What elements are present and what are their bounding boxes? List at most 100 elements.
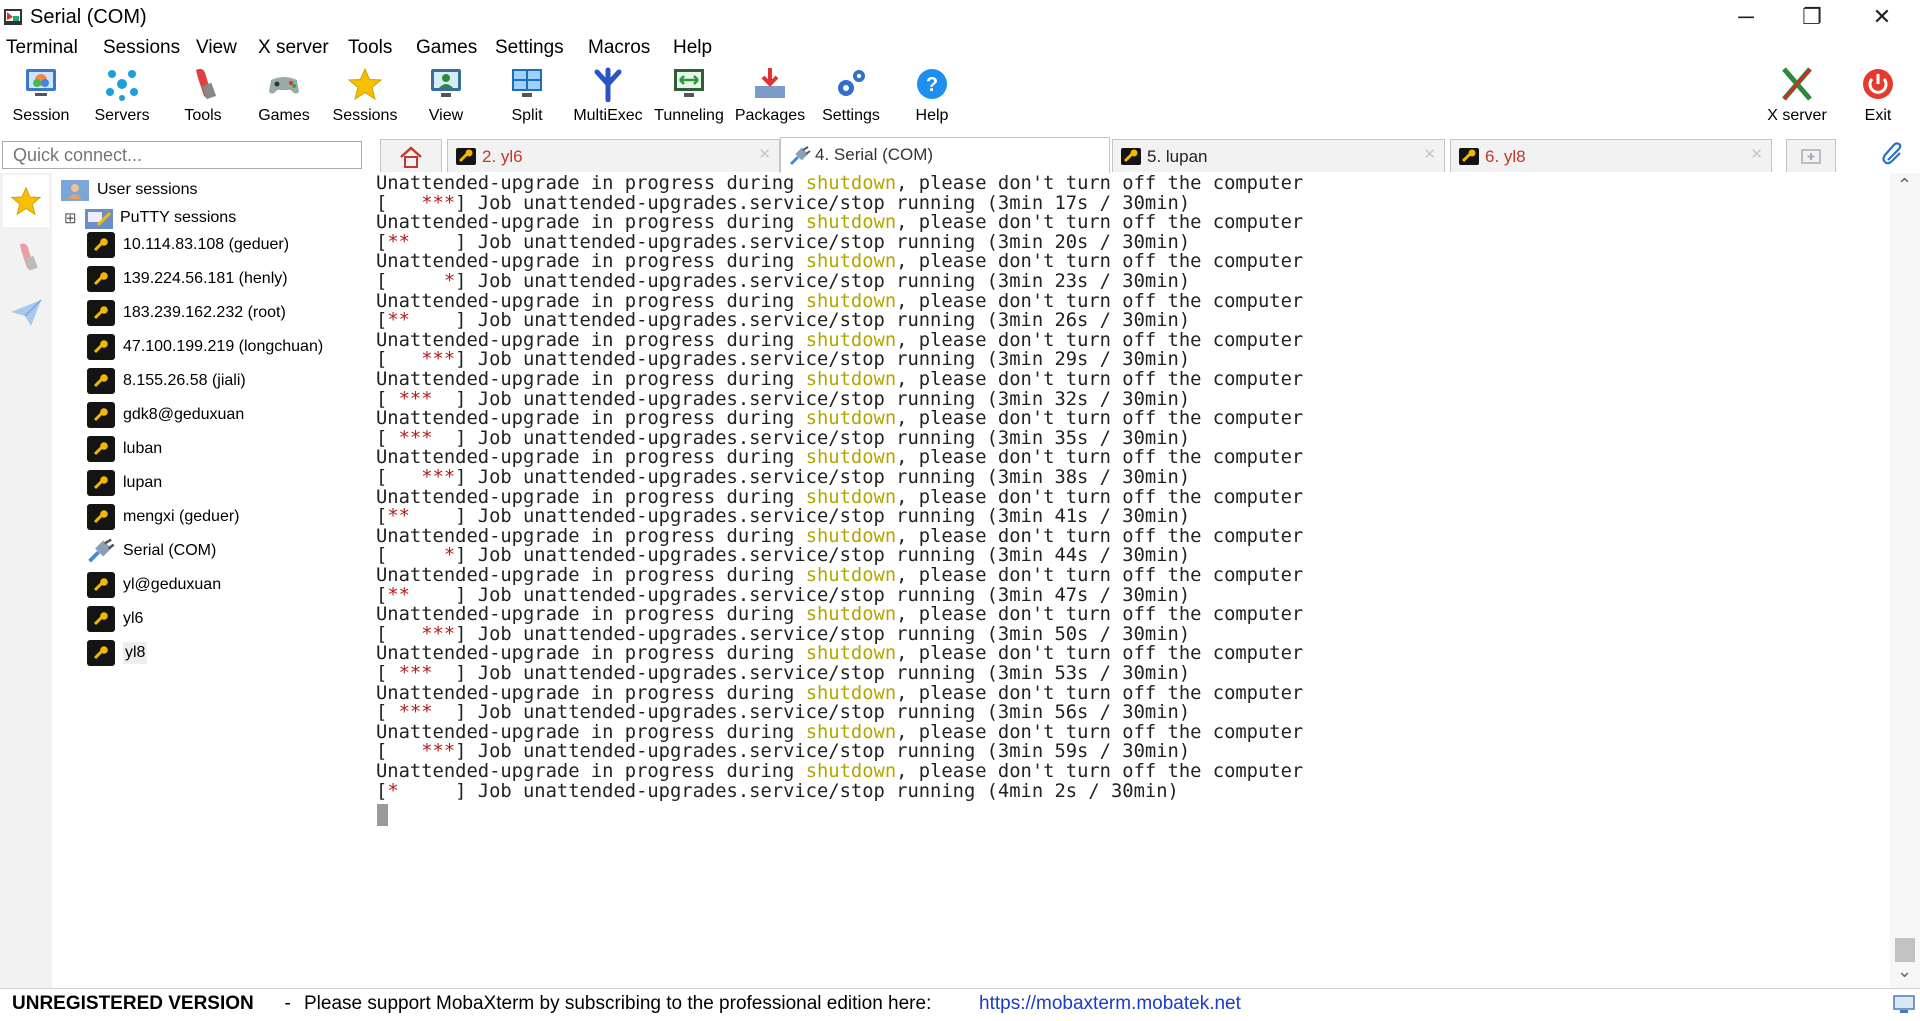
- quick-connect-input[interactable]: [2, 141, 362, 169]
- bracket-open: [: [376, 545, 388, 567]
- menu-x-server[interactable]: X server: [258, 37, 329, 59]
- putty-sessions-folder[interactable]: ⊞ PuTTY sessions: [64, 203, 236, 233]
- elapsed-time: 3min 41s: [997, 506, 1089, 528]
- shutdown-highlight: shutdown: [805, 290, 897, 312]
- new-tab-button[interactable]: [1786, 139, 1836, 172]
- bracket-open: [: [376, 584, 388, 606]
- menu-view[interactable]: View: [196, 37, 237, 59]
- exit-button[interactable]: Exit: [1838, 62, 1918, 132]
- session-item[interactable]: mengxi (geduer): [87, 502, 240, 532]
- terminal-job-line: [ *** ] Job unattended-upgrades.service/…: [376, 428, 1190, 449]
- tools-button[interactable]: Tools: [163, 62, 243, 132]
- tab-yl6[interactable]: 2. yl6 ✕: [447, 139, 780, 172]
- restore-button[interactable]: ❐: [1782, 0, 1842, 34]
- user-sessions-node[interactable]: User sessions: [60, 175, 197, 205]
- tab-home[interactable]: [380, 139, 442, 172]
- session-icon: [26, 69, 56, 96]
- tab-yl8[interactable]: 6. yl8 ✕: [1450, 139, 1772, 172]
- expand-icon[interactable]: ⊞: [64, 209, 78, 227]
- minimize-button[interactable]: ─: [1716, 0, 1776, 34]
- session-item[interactable]: 47.100.199.219 (longchuan): [87, 332, 323, 362]
- progress-stars: ***: [387, 192, 456, 214]
- session-item[interactable]: 10.114.83.108 (geduer): [87, 230, 289, 260]
- menu-macros[interactable]: Macros: [588, 37, 650, 59]
- menu-terminal[interactable]: Terminal: [6, 37, 78, 59]
- multiexec-button[interactable]: MultiExec: [568, 62, 648, 132]
- session-item[interactable]: yl8: [87, 638, 148, 668]
- menu-settings[interactable]: Settings: [495, 37, 564, 59]
- terminal-job-line: [ *** ] Job unattended-upgrades.service/…: [376, 702, 1190, 723]
- session-item[interactable]: yl@geduxuan: [87, 570, 221, 600]
- session-item[interactable]: lupan: [87, 468, 162, 498]
- elapsed-time: 3min 53s: [997, 663, 1089, 684]
- bracket-open: [: [376, 467, 388, 488]
- session-item[interactable]: 183.239.162.232 (root): [87, 298, 286, 328]
- view-button[interactable]: View: [406, 62, 486, 132]
- progress-stars: **: [387, 231, 456, 253]
- x-server-button[interactable]: X server: [1757, 62, 1837, 132]
- terminal-warning-line: Unattended-upgrade in progress during sh…: [376, 683, 1303, 704]
- tab-serial-com[interactable]: 4. Serial (COM): [780, 137, 1110, 174]
- menu-help[interactable]: Help: [673, 37, 712, 59]
- unregistered-label: UNREGISTERED VERSION: [12, 993, 254, 1014]
- job-text: ] Job unattended-upgrades.service/stop r…: [455, 506, 998, 528]
- packages-button[interactable]: Packages: [730, 62, 810, 132]
- macros-sidebar-tab[interactable]: [3, 287, 49, 339]
- close-window-button[interactable]: ✕: [1852, 0, 1912, 34]
- settings-button[interactable]: Settings: [811, 62, 891, 132]
- session-item[interactable]: luban: [87, 434, 162, 464]
- warning-text: Unattended-upgrade in progress during: [376, 604, 806, 626]
- warning-text: Unattended-upgrade in progress during: [376, 565, 806, 586]
- time-limit: / 30min): [1088, 427, 1191, 449]
- session-item[interactable]: 139.224.56.181 (henly): [87, 264, 288, 294]
- tab-lupan[interactable]: 5. lupan ✕: [1112, 139, 1445, 172]
- warning-text: Unattended-upgrade in progress during: [376, 290, 806, 312]
- session-item[interactable]: 8.155.26.58 (jiali): [87, 366, 246, 396]
- terminal-output[interactable]: Unattended-upgrade in progress during sh…: [364, 173, 1890, 988]
- tools-sidebar-tab[interactable]: [3, 231, 49, 283]
- elapsed-time: 3min 23s: [997, 271, 1089, 292]
- scroll-down-icon[interactable]: ⌄: [1897, 961, 1912, 982]
- tab-serial-com-label: 4. Serial (COM): [815, 145, 934, 164]
- shutdown-highlight: shutdown: [805, 643, 897, 665]
- scroll-up-icon[interactable]: ⌃: [1897, 175, 1912, 196]
- progress-stars: ***: [387, 427, 456, 449]
- tunneling-button[interactable]: Tunneling: [649, 62, 729, 132]
- tab-yl6-label: 2. yl6: [482, 147, 523, 166]
- mobatek-link[interactable]: https://mobaxterm.mobatek.net: [979, 993, 1241, 1015]
- menu-sessions[interactable]: Sessions: [103, 37, 180, 59]
- key-icon: [87, 368, 115, 394]
- time-limit: / 30min): [1088, 192, 1191, 214]
- help-button[interactable]: ? Help: [892, 62, 972, 132]
- time-limit: / 30min): [1077, 780, 1179, 802]
- session-label: yl@geduxuan: [123, 576, 222, 593]
- shutdown-highlight: shutdown: [805, 251, 897, 273]
- sessions-button[interactable]: Sessions: [325, 62, 405, 132]
- split-button[interactable]: Split: [487, 62, 567, 132]
- menu-tools[interactable]: Tools: [348, 37, 392, 59]
- monitor-icon[interactable]: [1892, 995, 1916, 1015]
- tab-yl8-label: 6. yl8: [1485, 147, 1526, 166]
- session-item[interactable]: yl6: [87, 604, 143, 634]
- session-item[interactable]: Serial (COM): [87, 536, 216, 566]
- warning-text: Unattended-upgrade in progress during: [376, 761, 806, 782]
- servers-button[interactable]: Servers: [82, 62, 162, 132]
- progress-stars: **: [387, 584, 456, 606]
- terminal-warning-line: Unattended-upgrade in progress during sh…: [376, 408, 1303, 429]
- close-tab-icon[interactable]: ✕: [1750, 145, 1763, 163]
- shutdown-highlight: shutdown: [805, 525, 897, 547]
- menu-games[interactable]: Games: [416, 37, 477, 59]
- terminal-job-line: [ ***] Job unattended-upgrades.service/s…: [376, 741, 1190, 762]
- session-item[interactable]: gdk8@geduxuan: [87, 400, 244, 430]
- terminal-scrollbar[interactable]: ⌃ ⌄: [1890, 173, 1920, 988]
- terminal-warning-line: Unattended-upgrade in progress during sh…: [376, 173, 1303, 194]
- attachment-icon[interactable]: [1880, 142, 1906, 168]
- scrollbar-thumb[interactable]: [1895, 938, 1915, 962]
- session-label: Serial (COM): [123, 542, 217, 559]
- session-label: mengxi (geduer): [123, 508, 240, 525]
- games-button[interactable]: Games: [244, 62, 324, 132]
- sessions-sidebar-tab[interactable]: [3, 175, 49, 227]
- session-button[interactable]: Session: [1, 62, 81, 132]
- close-tab-icon[interactable]: ✕: [1423, 145, 1436, 163]
- close-tab-icon[interactable]: ✕: [758, 145, 771, 163]
